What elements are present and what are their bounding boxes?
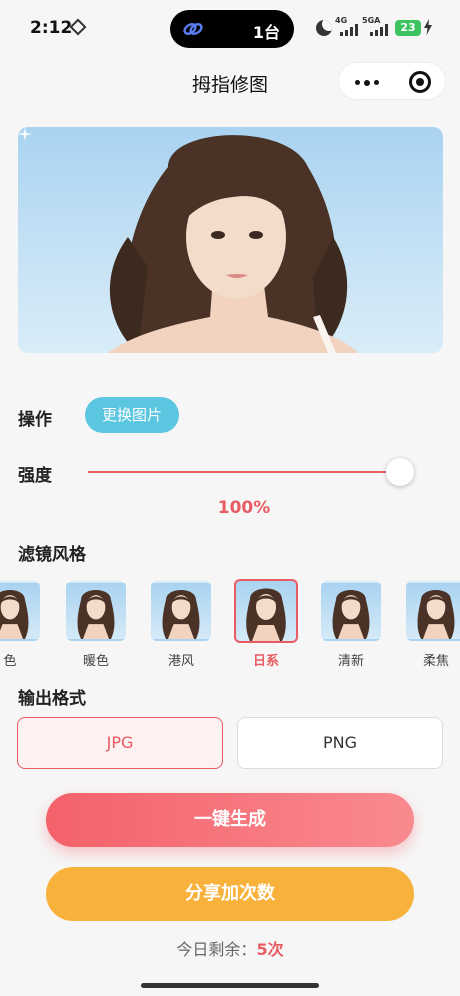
miniprogram-capsule — [338, 62, 446, 100]
filter-thumbnail — [321, 581, 381, 641]
remaining-count: 今日剩余：5次 — [0, 936, 460, 960]
filter-thumbnail — [151, 581, 211, 641]
moon-icon — [316, 20, 332, 36]
filter-thumbnail — [406, 581, 460, 641]
strength-slider-track[interactable] — [88, 471, 400, 473]
filter-label: 暖色 — [82, 654, 109, 669]
island-count: 1台 — [252, 23, 280, 42]
strength-value: 100% — [217, 498, 271, 518]
filter-list[interactable]: 色 暖色 港风 日系 清新 柔焦 — [0, 578, 460, 670]
close-miniprogram-icon[interactable] — [409, 71, 431, 93]
generate-button[interactable]: 一键生成 — [46, 793, 414, 847]
filter-thumbnail — [66, 581, 126, 641]
battery-level: 23 — [400, 21, 416, 34]
filter-label: 柔焦 — [422, 654, 449, 669]
remaining-value: 5次 — [256, 940, 284, 959]
operation-label: 操作 — [18, 410, 52, 430]
share-button[interactable]: 分享加次数 — [46, 867, 414, 921]
filter-thumbnail — [0, 581, 40, 641]
status-bar: 2:12 1台 4G 5GA 23 — [0, 0, 460, 56]
signal-icon — [340, 24, 358, 36]
charging-icon — [424, 19, 432, 35]
battery-icon: 23 — [395, 20, 421, 36]
output-format-title: 输出格式 — [18, 689, 86, 709]
home-indicator[interactable] — [141, 983, 319, 988]
change-image-button[interactable]: 更换图片 — [85, 397, 179, 433]
preview-image — [18, 127, 443, 353]
filter-label: 日系 — [252, 654, 279, 669]
remaining-prefix: 今日剩余： — [176, 940, 257, 959]
format-option-png[interactable]: PNG — [237, 717, 443, 769]
strength-slider-thumb[interactable] — [386, 458, 414, 486]
format-option-jpg[interactable]: JPG — [17, 717, 223, 769]
filter-thumbnail — [234, 579, 298, 643]
sparkle-icon — [18, 127, 32, 141]
filter-label: 港风 — [167, 654, 194, 669]
link-icon — [183, 23, 203, 35]
more-icon[interactable] — [355, 79, 379, 86]
status-time: 2:12 — [30, 18, 73, 38]
strength-label: 强度 — [18, 466, 52, 486]
filter-style-title: 滤镜风格 — [18, 545, 86, 565]
filter-label: 清新 — [337, 654, 364, 669]
filter-label: 色 — [3, 654, 17, 669]
dynamic-island[interactable]: 1台 — [170, 10, 294, 48]
signal-icon — [370, 24, 388, 36]
